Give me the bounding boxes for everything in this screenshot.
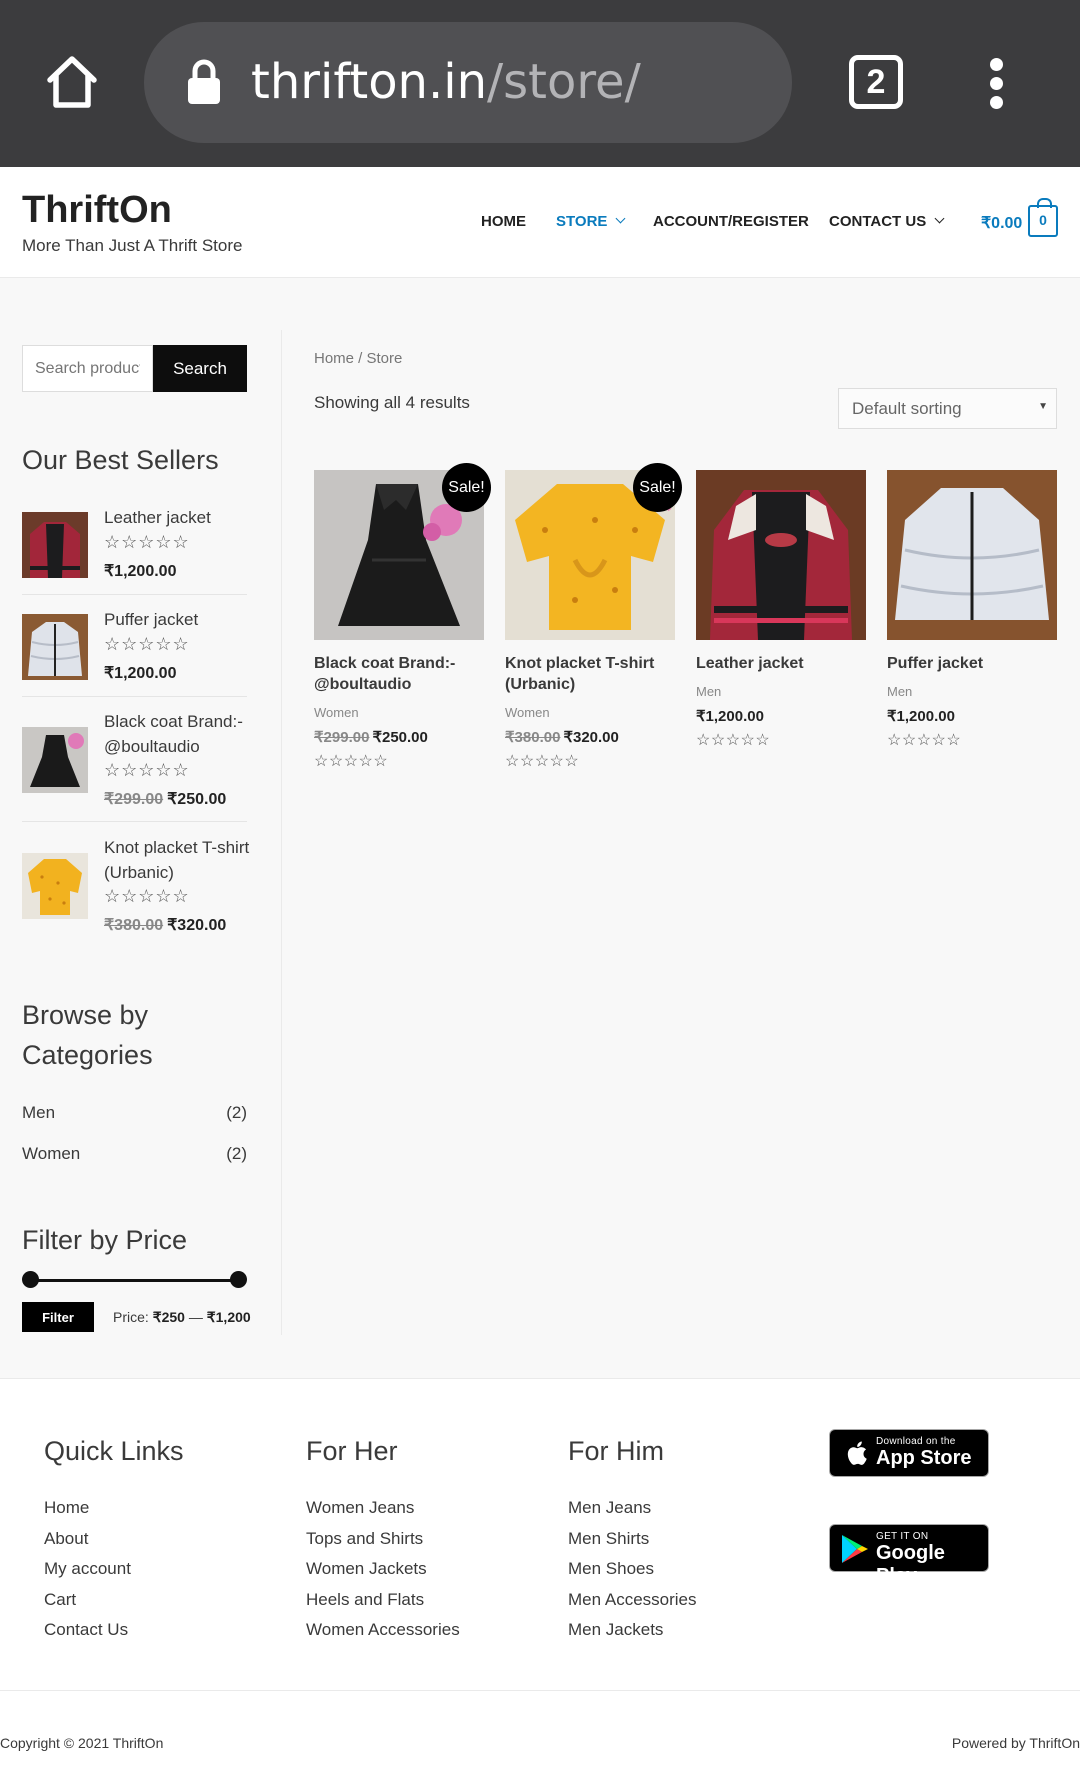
chevron-down-icon <box>934 213 945 224</box>
sale-badge: Sale! <box>442 463 491 512</box>
leather-jacket-thumbnail[interactable] <box>22 512 88 578</box>
rating-stars: ☆☆☆☆☆ <box>696 732 771 749</box>
rating-stars: ☆☆☆☆☆ <box>505 753 580 770</box>
nav-home[interactable]: HOME <box>481 213 526 230</box>
rating-stars: ☆☆☆☆☆ <box>314 753 389 770</box>
footer-link-men-jeans[interactable]: Men Jeans <box>568 1493 697 1524</box>
result-count: Showing all 4 results <box>314 393 470 412</box>
rating-stars: ☆☆☆☆☆ <box>104 886 190 906</box>
nav-account-register[interactable]: ACCOUNT/REGISTER <box>653 213 809 230</box>
price-slider-max-handle[interactable] <box>230 1271 247 1288</box>
footer-link-women-accessories[interactable]: Women Accessories <box>306 1615 460 1646</box>
breadcrumb[interactable]: Home / Store <box>314 350 402 367</box>
sort-select[interactable]: Default sorting ▼ <box>838 388 1057 429</box>
price-slider-min-handle[interactable] <box>22 1271 39 1288</box>
footer-link-men-shirts[interactable]: Men Shirts <box>568 1524 697 1555</box>
product-price: ₹380.00 ₹320.00 <box>505 729 619 746</box>
product-price: ₹1,200.00 <box>887 708 955 725</box>
footer-link-home[interactable]: Home <box>44 1493 184 1524</box>
product-title[interactable]: Leather jacket <box>696 653 871 674</box>
black-coat-thumbnail[interactable] <box>22 727 88 793</box>
category-item-women[interactable]: Women (2) <box>22 1144 247 1164</box>
footer-link-contact-us[interactable]: Contact Us <box>44 1615 184 1646</box>
footer-link-women-jackets[interactable]: Women Jackets <box>306 1554 460 1585</box>
best-seller-item[interactable]: Leather jacket ☆☆☆☆☆ ₹1,200.00 <box>22 505 247 595</box>
best-seller-item[interactable]: Black coat Brand:- @boultaudio ☆☆☆☆☆ ₹29… <box>22 709 247 822</box>
sale-badge: Sale! <box>633 463 682 512</box>
footer-link-men-accessories[interactable]: Men Accessories <box>568 1585 697 1616</box>
best-seller-item[interactable]: Puffer jacket ☆☆☆☆☆ ₹1,200.00 <box>22 607 247 697</box>
tab-switcher-button[interactable]: 2 <box>849 55 903 109</box>
search-button[interactable]: Search <box>153 345 247 392</box>
product-category: Women <box>314 705 359 720</box>
filter-button[interactable]: Filter <box>22 1302 94 1332</box>
footer-widgets: Quick Links Home About My account Cart C… <box>0 1378 1080 1690</box>
footer-for-him: For Him Men Jeans Men Shirts Men Shoes M… <box>568 1431 697 1646</box>
puffer-jacket-thumbnail[interactable] <box>22 614 88 680</box>
search-input[interactable] <box>22 345 153 392</box>
best-seller-item[interactable]: Knot placket T-shirt (Urbanic) ☆☆☆☆☆ ₹38… <box>22 835 249 948</box>
price-slider-track[interactable] <box>29 1279 239 1282</box>
browser-toolbar: thrifton.in/store/ 2 <box>0 0 1080 167</box>
product-title[interactable]: Knot placket T-shirt (Urbanic) <box>505 653 680 695</box>
site-logo[interactable]: ThriftOn <box>22 189 172 232</box>
footer-link-tops-shirts[interactable]: Tops and Shirts <box>306 1524 460 1555</box>
product-price: ₹299.00 ₹250.00 <box>104 791 227 808</box>
more-options-icon[interactable] <box>985 58 1007 110</box>
rating-stars: ☆☆☆☆☆ <box>104 532 190 552</box>
powered-by-text: Powered by ThriftOn <box>951 1735 1080 1751</box>
lock-icon <box>188 59 220 104</box>
knot-placket-tshirt-thumbnail[interactable] <box>22 853 88 919</box>
footer-link-men-jackets[interactable]: Men Jackets <box>568 1615 697 1646</box>
category-item-men[interactable]: Men (2) <box>22 1103 247 1123</box>
price-range-label: Price: ₹250 — ₹1,200 <box>113 1309 251 1325</box>
apple-icon <box>847 1441 867 1465</box>
product-category: Men <box>887 684 913 699</box>
product-price: ₹1,200.00 <box>104 563 177 580</box>
product-price: ₹380.00 ₹320.00 <box>104 917 227 934</box>
footer-link-men-shoes[interactable]: Men Shoes <box>568 1554 697 1585</box>
footer-for-her: For Her Women Jeans Tops and Shirts Wome… <box>306 1431 460 1646</box>
address-text[interactable]: thrifton.in/store/ <box>251 54 641 110</box>
product-title[interactable]: Puffer jacket <box>887 653 1062 674</box>
footer-bar: Copyright © 2021 ThriftOn Powered by Thr… <box>0 1690 1080 1784</box>
google-play-badge[interactable]: GET IT ON Google Play <box>829 1524 989 1587</box>
dropdown-arrow-icon: ▼ <box>1038 401 1048 412</box>
footer-link-my-account[interactable]: My account <box>44 1554 184 1585</box>
cart-total[interactable]: ₹0.00 <box>981 213 1022 233</box>
footer-quick-links: Quick Links Home About My account Cart C… <box>44 1431 184 1646</box>
product-category: Men <box>696 684 722 699</box>
product-title[interactable]: Black coat Brand:- @boultaudio <box>314 653 489 695</box>
product-image[interactable] <box>887 470 1057 640</box>
chevron-down-icon <box>615 213 626 224</box>
rating-stars: ☆☆☆☆☆ <box>104 760 190 780</box>
app-store-badge[interactable]: Download on the App Store <box>829 1429 989 1477</box>
product-category: Women <box>505 705 550 720</box>
product-price: ₹1,200.00 <box>104 665 177 682</box>
product-price: ₹1,200.00 <box>696 708 764 725</box>
google-play-icon <box>842 1535 868 1563</box>
footer-link-about[interactable]: About <box>44 1524 184 1555</box>
sidebar-divider <box>281 330 282 1335</box>
nav-store[interactable]: STORE <box>556 213 626 230</box>
footer-link-cart[interactable]: Cart <box>44 1585 184 1616</box>
copyright-text: Copyright © 2021 ThriftOn <box>0 1735 164 1751</box>
rating-stars: ☆☆☆☆☆ <box>104 634 190 654</box>
home-icon[interactable] <box>42 52 102 112</box>
categories-title: Browse by Categories <box>22 1000 153 1070</box>
nav-contact-us[interactable]: CONTACT US <box>829 213 945 230</box>
best-sellers-title: Our Best Sellers <box>22 445 219 475</box>
price-filter-title: Filter by Price <box>22 1225 188 1255</box>
footer-link-heels-flats[interactable]: Heels and Flats <box>306 1585 460 1616</box>
cart-bag-icon[interactable]: 0 <box>1028 198 1058 237</box>
rating-stars: ☆☆☆☆☆ <box>887 732 962 749</box>
site-header: ThriftOn More Than Just A Thrift Store H… <box>0 167 1080 278</box>
footer-link-women-jeans[interactable]: Women Jeans <box>306 1493 460 1524</box>
site-tagline: More Than Just A Thrift Store <box>22 236 243 255</box>
product-price: ₹299.00 ₹250.00 <box>314 729 428 746</box>
product-image[interactable] <box>696 470 866 640</box>
